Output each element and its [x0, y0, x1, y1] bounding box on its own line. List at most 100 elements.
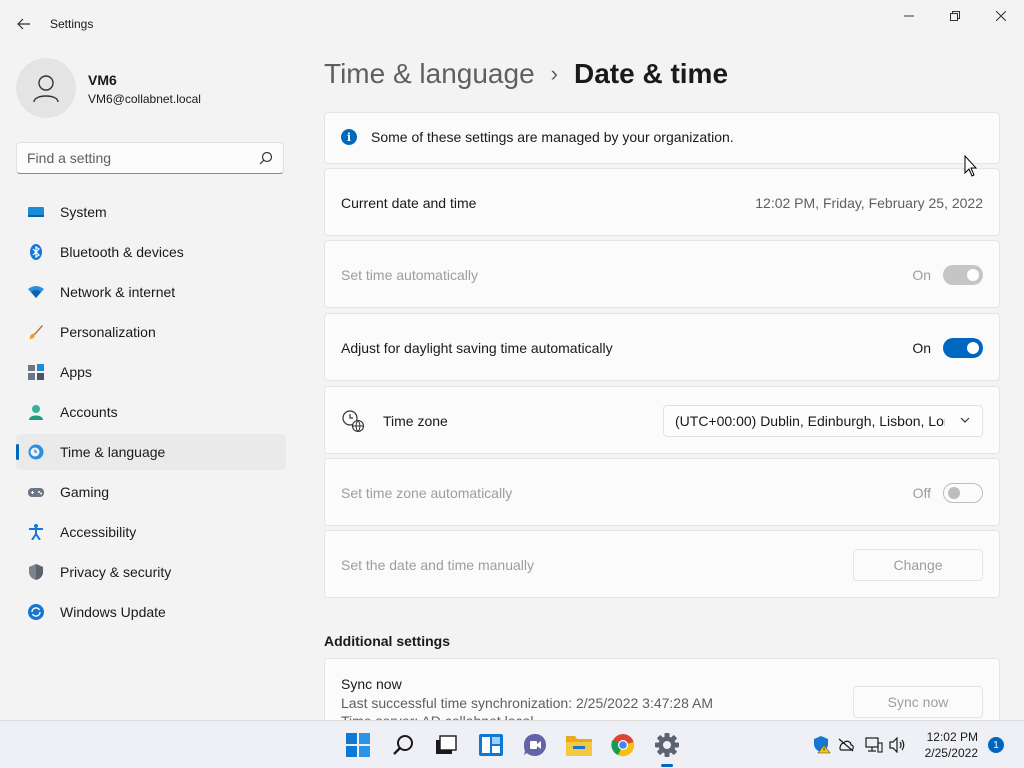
daylight-saving-toggle[interactable]	[943, 338, 983, 358]
minimize-button[interactable]	[886, 0, 932, 32]
teams-chat-icon	[524, 734, 546, 756]
speaker-icon	[889, 737, 905, 753]
taskbar-clock[interactable]: 12:02 PM 2/25/2022	[925, 729, 978, 761]
set-manually-label: Set the date and time manually	[341, 557, 535, 573]
close-button[interactable]	[978, 0, 1024, 32]
sidebar-item-apps[interactable]: Apps	[16, 354, 286, 390]
notification-badge[interactable]: 1	[988, 737, 1004, 753]
info-icon: i	[341, 129, 357, 145]
set-zone-auto-toggle[interactable]	[943, 483, 983, 503]
time-zone-icon	[342, 410, 365, 433]
task-view-icon	[436, 735, 457, 754]
chrome-button[interactable]	[609, 731, 637, 759]
file-explorer-button[interactable]	[565, 731, 593, 759]
search-input[interactable]	[27, 143, 247, 173]
start-icon	[346, 733, 370, 757]
settings-icon	[655, 733, 679, 757]
sidebar-item-windows-update[interactable]: Windows Update	[16, 594, 286, 630]
restore-icon	[950, 11, 960, 21]
security-tray-button[interactable]	[812, 735, 832, 755]
sidebar-item-accounts[interactable]: Accounts	[16, 394, 286, 430]
onedrive-tray-button[interactable]	[836, 735, 856, 755]
sidebar-item-label: Accessibility	[60, 524, 137, 540]
shield-icon	[29, 564, 43, 580]
search-icon[interactable]	[259, 151, 273, 165]
sidebar-item-time-language[interactable]: Time & language	[16, 434, 286, 470]
network-tray-button[interactable]	[864, 735, 884, 755]
sidebar-item-label: Accounts	[60, 404, 118, 420]
app-title: Settings	[50, 17, 94, 31]
sidebar-item-network[interactable]: Network & internet	[16, 274, 286, 310]
sidebar-item-personalization[interactable]: Personalization	[16, 314, 286, 350]
sync-now-card: Sync now Last successful time synchroniz…	[324, 658, 1000, 728]
toggle-state-text: On	[912, 340, 931, 356]
task-view-button[interactable]	[432, 731, 460, 759]
sidebar-nav: System Bluetooth & devices Network & int…	[16, 194, 286, 634]
daylight-saving-card: Adjust for daylight saving time automati…	[324, 313, 1000, 381]
sidebar-item-privacy[interactable]: Privacy & security	[16, 554, 286, 590]
set-time-auto-card: Set time automatically On	[324, 240, 1000, 308]
sync-now-label: Sync now	[341, 676, 402, 692]
current-datetime-card: Current date and time 12:02 PM, Friday, …	[324, 168, 1000, 236]
time-zone-selected: (UTC+00:00) Dublin, Edinburgh, Lisbon, L…	[675, 413, 945, 429]
toggle-knob	[948, 487, 960, 499]
toggle-state-text: Off	[912, 485, 931, 501]
time-zone-card: Time zone (UTC+00:00) Dublin, Edinburgh,…	[324, 386, 1000, 454]
sidebar-item-label: Windows Update	[60, 604, 166, 620]
accounts-icon	[29, 405, 43, 420]
back-button[interactable]	[10, 10, 38, 38]
set-time-auto-label: Set time automatically	[341, 267, 478, 283]
change-button[interactable]: Change	[853, 549, 983, 581]
clock-date: 2/25/2022	[924, 746, 978, 760]
current-datetime-label: Current date and time	[341, 195, 477, 211]
sidebar-item-label: Bluetooth & devices	[60, 244, 184, 260]
back-arrow-icon	[17, 18, 30, 30]
mouse-cursor	[964, 155, 978, 177]
managed-info-banner: i Some of these settings are managed by …	[324, 112, 1000, 164]
network-icon	[28, 286, 44, 298]
page-title: Date & time	[573, 58, 729, 89]
set-manually-card: Set the date and time manually Change	[324, 530, 1000, 598]
title-bar: Settings	[0, 0, 1024, 48]
current-datetime-value: 12:02 PM, Friday, February 25, 2022	[755, 195, 983, 211]
sidebar-item-gaming[interactable]: Gaming	[16, 474, 286, 510]
taskbar-search-button[interactable]	[389, 731, 417, 759]
taskbar: 12:02 PM 2/25/2022 1	[0, 720, 1024, 768]
user-profile[interactable]: VM6 VM6@collabnet.local	[16, 58, 286, 118]
sidebar-item-accessibility[interactable]: Accessibility	[16, 514, 286, 550]
time-zone-dropdown[interactable]: (UTC+00:00) Dublin, Edinburgh, Lisbon, L…	[663, 405, 983, 437]
sync-now-button[interactable]: Sync now	[853, 686, 983, 718]
info-banner-text: Some of these settings are managed by yo…	[371, 129, 734, 145]
set-zone-auto-card: Set time zone automatically Off	[324, 458, 1000, 526]
breadcrumb-parent[interactable]: Time & language	[324, 58, 535, 90]
settings-taskbar-button[interactable]	[653, 731, 681, 767]
clock-time: 12:02 PM	[926, 730, 978, 744]
profile-name: VM6	[88, 72, 117, 88]
apps-icon	[28, 364, 44, 380]
volume-tray-button[interactable]	[888, 735, 908, 755]
sidebar-item-bluetooth[interactable]: Bluetooth & devices	[16, 234, 286, 270]
cloud-offline-icon	[838, 738, 854, 752]
sidebar-item-label: System	[60, 204, 107, 220]
toggle-state-text: On	[912, 267, 931, 283]
minimize-icon	[904, 15, 914, 17]
sidebar-item-system[interactable]: System	[16, 194, 286, 230]
breadcrumb: Time & language › Date & time	[324, 58, 728, 90]
teams-chat-button[interactable]	[521, 731, 549, 759]
start-button[interactable]	[344, 731, 372, 759]
time-zone-label: Time zone	[383, 413, 448, 429]
set-time-auto-toggle[interactable]	[943, 265, 983, 285]
profile-email: VM6@collabnet.local	[88, 92, 201, 106]
search-box[interactable]	[16, 142, 284, 174]
user-icon	[33, 75, 59, 103]
search-icon	[393, 735, 413, 755]
daylight-saving-label: Adjust for daylight saving time automati…	[341, 340, 613, 356]
restore-button[interactable]	[932, 0, 978, 32]
widgets-button[interactable]	[477, 731, 505, 759]
sidebar-item-label: Time & language	[60, 444, 166, 460]
set-zone-auto-label: Set time zone automatically	[341, 485, 513, 501]
toggle-knob	[967, 342, 979, 354]
ethernet-icon	[865, 737, 883, 753]
avatar	[16, 58, 76, 118]
bluetooth-icon	[30, 244, 42, 260]
